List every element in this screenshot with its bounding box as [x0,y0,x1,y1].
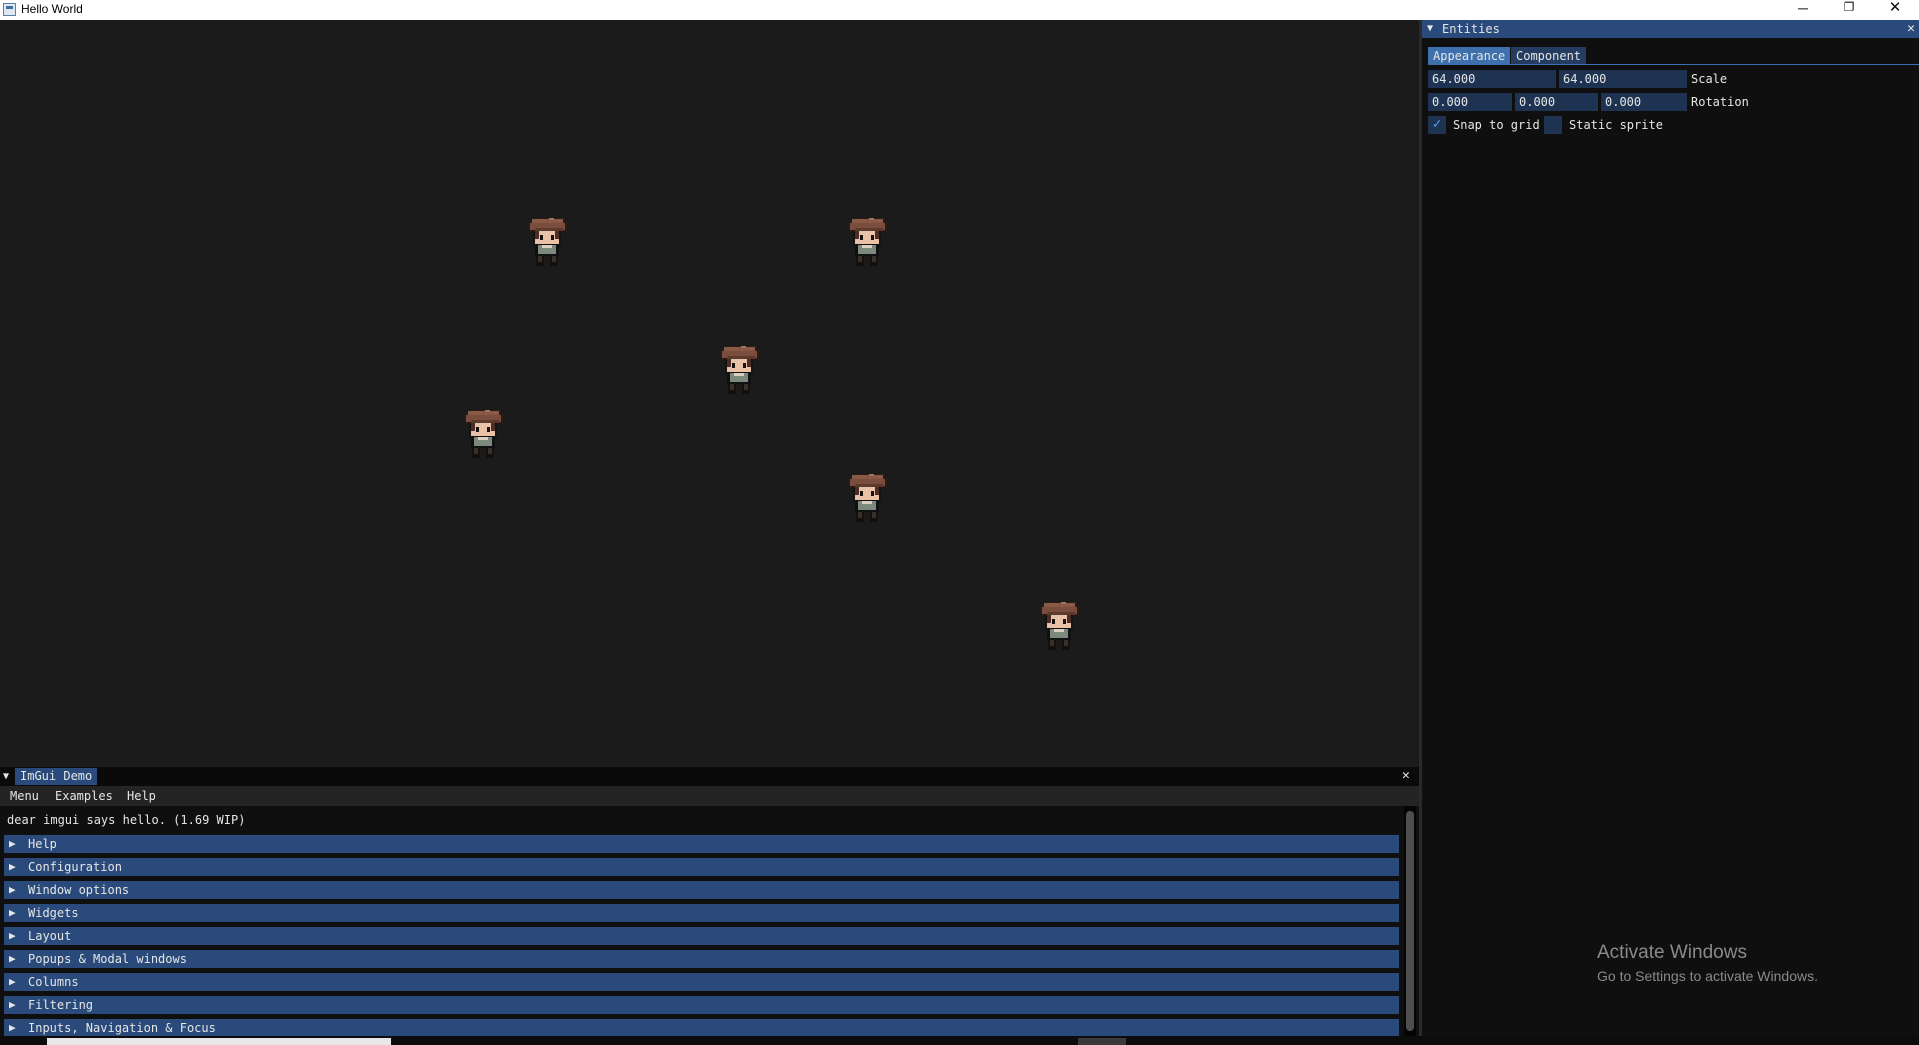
header-label: Window options [28,883,130,897]
static-sprite-checkbox[interactable] [1544,116,1562,134]
close-icon[interactable]: ✕ [1907,21,1915,36]
close-icon[interactable]: ✕ [1402,768,1410,783]
expand-arrow-icon: ▶ [9,860,16,873]
game-viewport[interactable] [0,20,1419,767]
collapse-arrow-icon[interactable]: ▼ [3,771,9,782]
header-label: Widgets [28,906,79,920]
entities-panel: ▼ Entities ✕ Appearance Component 64.000… [1422,20,1919,1036]
scale-x-input[interactable]: 64.000 [1428,70,1556,88]
header-label: Columns [28,975,79,989]
expand-arrow-icon: ▶ [9,906,16,919]
character-sprite[interactable] [843,214,891,272]
horizontal-scrollbar-segment [47,1038,391,1045]
menu-menu[interactable]: Menu [10,789,39,803]
tab-bar: Appearance Component [1428,47,1919,65]
collapse-arrow-icon[interactable]: ▼ [1427,23,1433,34]
scale-label: Scale [1691,72,1728,86]
scrollbar-thumb[interactable] [1406,811,1414,1031]
scale-y-input[interactable]: 64.000 [1559,70,1687,88]
expand-arrow-icon: ▶ [9,883,16,896]
imgui-demo-window: ▼ ImGui Demo ✕ Menu Examples Help dear i… [0,767,1419,1037]
header-window-options[interactable]: ▶ Window options [4,881,1399,899]
entities-panel-title: Entities [1442,22,1500,36]
expand-arrow-icon: ▶ [9,975,16,988]
close-window-button[interactable]: ✕ [1872,0,1918,20]
window-title: Hello World [21,2,83,16]
menu-help[interactable]: Help [127,789,156,803]
activation-notice: Activate Windows Go to Settings to activ… [1597,942,1818,984]
header-label: Filtering [28,998,94,1012]
header-label: Help [28,837,57,851]
imgui-demo-title: ImGui Demo [15,768,98,785]
tab-component[interactable]: Component [1511,47,1587,64]
header-widgets[interactable]: ▶ Widgets [4,904,1399,922]
expand-arrow-icon: ▶ [9,929,16,942]
rotation-y-input[interactable]: 0.000 [1515,93,1598,111]
menu-bar: Menu Examples Help [0,786,1419,806]
character-sprite[interactable] [843,470,891,528]
static-sprite-label: Static sprite [1569,118,1663,132]
header-popups-modal-windows[interactable]: ▶ Popups & Modal windows [4,950,1399,968]
rotation-z-input[interactable]: 0.000 [1601,93,1687,111]
hello-text: dear imgui says hello. (1.69 WIP) [7,813,246,827]
bottom-strip [0,1036,1919,1045]
snap-to-grid-label: Snap to grid [1453,118,1540,132]
minimize-button[interactable]: ─ [1780,0,1826,20]
header-help[interactable]: ▶ Help [4,835,1399,853]
header-columns[interactable]: ▶ Columns [4,973,1399,991]
header-label: Layout [28,929,72,943]
header-label: Popups & Modal windows [28,952,187,966]
header-label: Inputs, Navigation & Focus [28,1021,216,1035]
rotation-label: Rotation [1691,95,1749,109]
tab-appearance[interactable]: Appearance [1428,47,1511,64]
character-sprite[interactable] [523,214,571,272]
snap-to-grid-checkbox[interactable]: ✓ [1428,116,1446,134]
expand-arrow-icon: ▶ [9,952,16,965]
activation-title: Activate Windows [1597,942,1747,963]
menu-examples[interactable]: Examples [55,789,113,803]
character-sprite[interactable] [715,342,763,400]
header-filtering[interactable]: ▶ Filtering [4,996,1399,1014]
horizontal-scrollbar-thumb[interactable] [1078,1038,1126,1045]
app-icon [3,3,16,16]
header-layout[interactable]: ▶ Layout [4,927,1399,945]
expand-arrow-icon: ▶ [9,1021,16,1034]
imgui-demo-titlebar[interactable]: ▼ ImGui Demo ✕ [0,767,1419,786]
character-sprite[interactable] [1035,598,1083,656]
character-sprite[interactable] [459,406,507,464]
header-configuration[interactable]: ▶ Configuration [4,858,1399,876]
maximize-button[interactable]: ❐ [1826,0,1872,20]
expand-arrow-icon: ▶ [9,998,16,1011]
vertical-scrollbar[interactable] [1404,806,1416,1036]
entities-panel-titlebar[interactable]: ▼ Entities ✕ [1422,20,1919,38]
header-label: Configuration [28,860,122,874]
header-inputs-navigation-focus[interactable]: ▶ Inputs, Navigation & Focus [4,1019,1399,1037]
activation-subtitle: Go to Settings to activate Windows. [1597,968,1818,984]
expand-arrow-icon: ▶ [9,837,16,850]
rotation-x-input[interactable]: 0.000 [1428,93,1512,111]
window-titlebar: Hello World ─ ❐ ✕ [0,0,1919,20]
